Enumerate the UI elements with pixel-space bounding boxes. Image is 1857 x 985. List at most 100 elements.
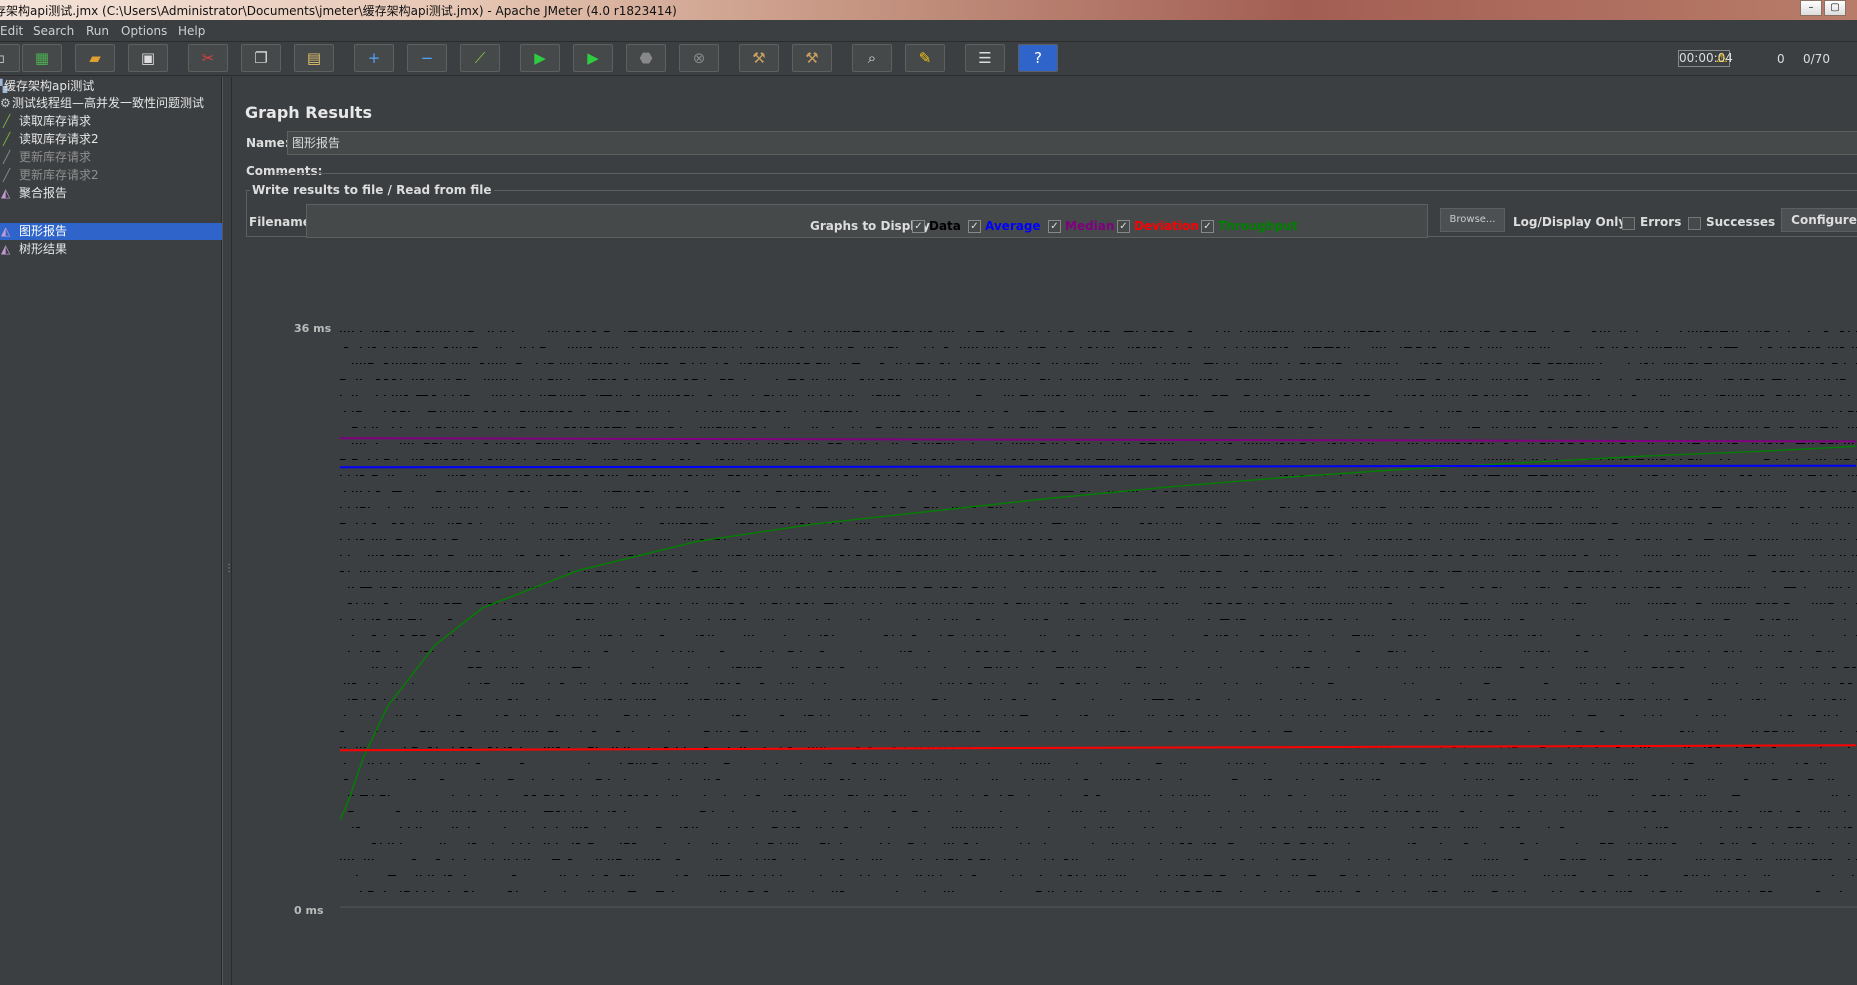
start-no-pause-icon[interactable]: ▶ [573,44,613,72]
data-point [1192,427,1194,428]
start-icon[interactable]: ▶ [520,44,560,72]
data-point [1468,731,1472,732]
data-point [692,363,694,364]
data-point [760,603,762,604]
data-point [1056,523,1060,524]
data-point [1100,475,1102,476]
reset-search-icon[interactable]: ✎ [905,44,945,72]
clear-icon[interactable]: ⚒ [739,44,779,72]
average-checkbox[interactable]: ✓ [968,220,981,233]
open-icon[interactable]: ▰ [75,44,115,72]
data-point [584,427,588,428]
menu-search[interactable]: Search [33,24,74,38]
data-point [420,587,422,588]
data-point [876,699,878,700]
templates-icon[interactable]: ▦ [22,44,62,72]
data-point [1072,667,1074,668]
search-icon[interactable]: ⌕ [852,44,892,72]
data-point [552,475,554,476]
cut-icon[interactable]: ✂ [188,44,228,72]
help-icon[interactable]: ? [1018,44,1058,72]
shutdown-icon[interactable]: ⊗ [679,44,719,72]
data-point [1364,507,1366,508]
data-point [1396,651,1398,652]
data-point [1796,379,1798,380]
data-point [1224,347,1226,348]
tree-node-graph-results[interactable]: ◭ 图形报告 [0,223,222,240]
data-point [580,363,582,364]
expand-icon[interactable]: + [354,44,394,72]
data-point [1548,395,1550,396]
data-point [848,459,850,460]
data-point [1228,363,1230,364]
successes-checkbox[interactable] [1688,217,1701,230]
data-point [596,395,598,396]
data-point [1668,491,1670,492]
data-point [1668,443,1670,444]
menu-run[interactable]: Run [86,24,109,38]
stop-icon[interactable]: ⬣ [626,44,666,72]
median-checkbox[interactable]: ✓ [1048,220,1061,233]
tree-node-test-plan[interactable]: ▚ 缓存架构api测试 [0,78,222,95]
data-point [872,491,876,492]
paste-icon[interactable]: ▤ [294,44,334,72]
data-point [496,363,498,364]
configure-button[interactable]: Configure [1781,208,1857,232]
tree-node-results-tree[interactable]: ◭ 树形结果 [0,241,222,258]
data-point [1432,555,1436,556]
data-point [1356,427,1358,428]
new-icon[interactable]: ▫ [0,44,20,72]
warning-icon[interactable]: ⚠ [1716,51,1728,66]
split-pane-divider[interactable]: ⋮ [222,77,234,985]
data-point [812,571,814,572]
data-point [1712,683,1714,684]
data-point [960,459,962,460]
data-point [448,331,450,332]
copy-icon[interactable]: ❐ [241,44,281,72]
data-point [1728,603,1730,604]
menu-edit[interactable]: Edit [0,24,23,38]
maximize-button[interactable]: ▢ [1824,0,1846,16]
data-point [1360,603,1362,604]
data-point [772,443,774,444]
browse-button[interactable]: Browse... [1440,208,1505,232]
data-point [1308,363,1310,364]
toggle-icon[interactable]: ⟋ [460,44,500,72]
menu-options[interactable]: Options [121,24,167,38]
function-helper-icon[interactable]: ☰ [965,44,1005,72]
data-point [1416,667,1418,668]
errors-checkbox[interactable] [1622,217,1635,230]
comments-field[interactable] [275,173,1857,174]
data-point [340,747,342,748]
data-point [1836,475,1838,476]
data-point [828,571,832,572]
data-point [1616,555,1618,556]
menu-help[interactable]: Help [178,24,205,38]
data-point [1324,539,1326,540]
data-point [1584,411,1586,412]
deviation-checkbox[interactable]: ✓ [1117,220,1130,233]
data-point [1148,523,1152,524]
minimize-button[interactable]: – [1800,0,1822,16]
data-point [1500,491,1502,492]
tree-node-read-stock-2[interactable]: ╱ 读取库存请求2 [0,131,222,148]
tree-node-update-stock-2[interactable]: ╱ 更新库存请求2 [0,167,222,184]
clear-all-icon[interactable]: ⚒ [792,44,832,72]
data-point [1620,459,1622,460]
throughput-checkbox[interactable]: ✓ [1201,220,1214,233]
tree-node-thread-group[interactable]: ⚙ 测试线程组—高并发一致性问题测试 [0,95,222,112]
tree-node-aggregate-report[interactable]: ◭ 聚合报告 [0,185,222,202]
data-point [1620,699,1622,700]
data-point [520,491,524,492]
data-point [1076,443,1080,444]
data-point [1144,667,1146,668]
save-icon[interactable]: ▣ [128,44,168,72]
collapse-icon[interactable]: − [407,44,447,72]
tree-node-update-stock[interactable]: ╱ 更新库存请求 [0,149,222,166]
data-point [1364,379,1366,380]
data-checkbox[interactable]: ✓ [912,220,925,233]
name-field[interactable]: 图形报告 [287,131,1857,155]
data-point [968,667,970,668]
tree-node-read-stock[interactable]: ╱ 读取库存请求 [0,113,222,130]
data-point [708,603,710,604]
